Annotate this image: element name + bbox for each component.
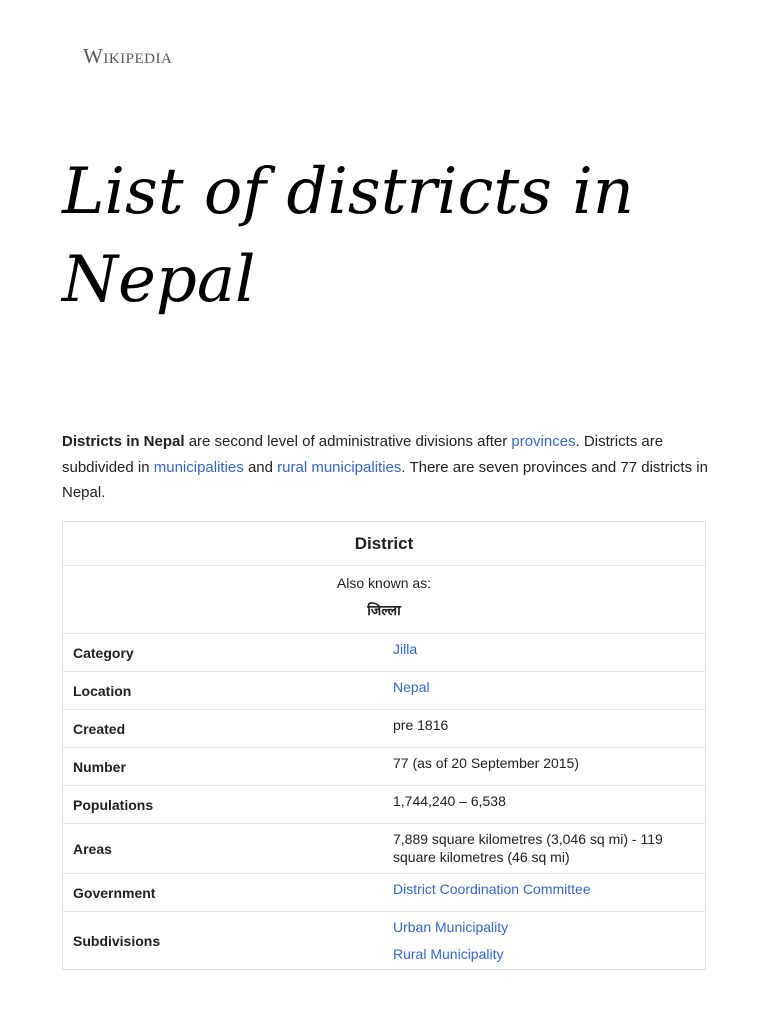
row-label: Government [73, 884, 156, 901]
intro-text: and [243, 458, 278, 476]
also-known-as-value: जिल्ला [367, 603, 401, 619]
municipalities-link[interactable]: municipalities [154, 459, 244, 476]
infobox-row-number: Number 77 (as of 20 September 2015) [63, 748, 705, 786]
government-link[interactable]: District Coordination Committee [393, 880, 665, 898]
also-known-as-label: Also known as: [336, 575, 432, 591]
row-value: 1,744,240 – 6,538 [393, 793, 506, 809]
urban-municipality-link[interactable]: Urban Municipality [393, 918, 665, 936]
infobox-also-known-as: Also known as: जिल्ला [63, 566, 705, 634]
row-label: Location [73, 682, 132, 699]
category-link[interactable]: Jilla [393, 640, 665, 658]
infobox-row-populations: Populations 1,744,240 – 6,538 [63, 786, 705, 824]
infobox-row-government: Government District Coordination Committ… [63, 874, 705, 912]
row-label: Category [73, 644, 134, 661]
intro-bold-term: Districts in Nepal [62, 433, 185, 450]
row-label: Areas [73, 840, 112, 857]
row-label: Number [73, 758, 126, 775]
row-value: 7,889 square kilometres (3,046 sq mi) - … [393, 831, 663, 865]
infobox-row-subdivisions: Subdivisions Urban Municipality Rural Mu… [63, 912, 705, 969]
infobox-row-location: Location Nepal [63, 672, 705, 710]
location-link[interactable]: Nepal [393, 678, 665, 696]
intro-text: are second level of administrative divis… [184, 433, 512, 450]
rural-municipality-link[interactable]: Rural Municipality [393, 945, 665, 963]
row-label: Created [73, 720, 126, 737]
rural-municipalities-link[interactable]: rural municipalities [277, 459, 401, 476]
row-label: Populations [73, 796, 154, 813]
infobox: District Also known as: जिल्ला Category … [62, 521, 706, 970]
row-value: 77 (as of 20 September 2015) [393, 755, 580, 771]
page-title: List of districts in Nepal [62, 155, 634, 317]
row-label: Subdivisions [73, 932, 161, 949]
intro-paragraph: Districts in Nepal are second level of a… [62, 429, 712, 506]
infobox-row-category: Category Jilla [63, 634, 705, 672]
infobox-heading: District [63, 522, 705, 566]
provinces-link[interactable]: provinces [511, 433, 575, 450]
infobox-row-areas: Areas 7,889 square kilometres (3,046 sq … [63, 824, 705, 874]
row-value: pre 1816 [393, 717, 449, 733]
infobox-row-created: Created pre 1816 [63, 710, 705, 748]
wikipedia-wordmark[interactable]: Wikipedia [83, 44, 172, 69]
